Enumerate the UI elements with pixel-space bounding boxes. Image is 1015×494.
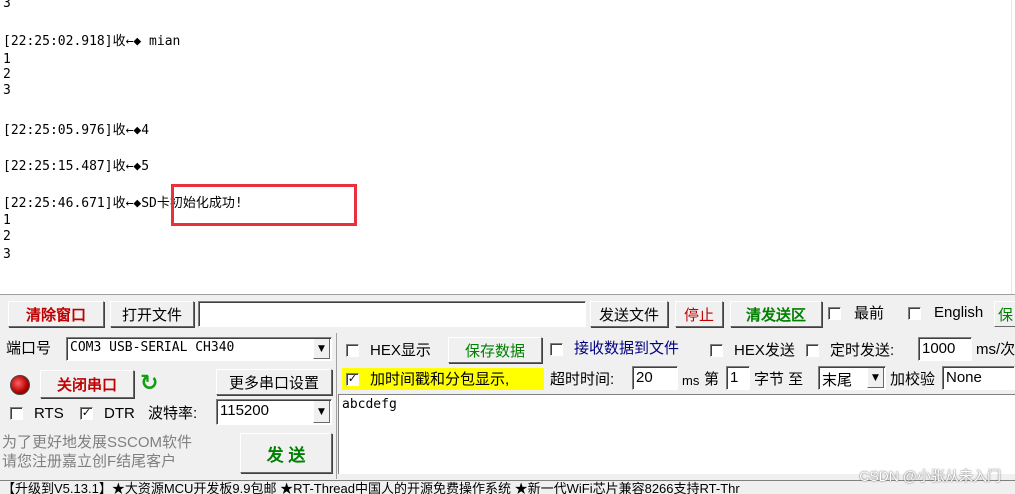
send-button[interactable]: 发 送 [240,433,332,473]
highlight-box [171,184,357,226]
hex-display-checkbox[interactable] [346,344,359,357]
byte-prefix-label: 第 [704,371,720,388]
checksum-select[interactable]: None [942,366,1015,390]
hex-send-label: HEX发送 [734,342,795,359]
english-checkbox[interactable] [908,307,921,320]
log-line: [22:25:02.918]收←◆ mian [3,34,181,49]
english-label: English [934,304,984,321]
rts-checkbox[interactable] [10,407,23,420]
promo-line-2[interactable]: 请您注册嘉立创F结尾客户 [2,453,176,471]
baud-select-value: 115200 [220,402,269,419]
log-line: 3 [3,0,11,11]
byte-suffix-label: 字节 至 [754,371,804,388]
send-file-button[interactable]: 发送文件 [590,301,668,327]
recv-to-file-label[interactable]: 接收数据到文件 [574,340,679,358]
checksum-label: 加校验 [890,371,936,388]
byte-end-value: 末尾 [822,372,853,389]
timeout-input[interactable]: 20 [632,366,678,390]
dtr-label: DTR [104,405,135,422]
save-params-button[interactable]: 保 [994,301,1015,327]
timeout-unit-label: ms [682,373,700,388]
close-port-button[interactable]: 关闭串口 [40,370,134,398]
stop-button[interactable]: 停止 [675,301,723,327]
port-select-value: COM3 USB-SERIAL CH340 [70,340,235,355]
log-line: 2 [3,67,11,82]
timed-interval-input[interactable]: 1000 [918,337,972,361]
clear-send-button[interactable]: 清发送区 [730,301,822,327]
topmost-checkbox[interactable] [828,307,841,320]
promo-line-1[interactable]: 为了更好地发展SSCOM软件 [2,434,192,452]
timed-send-label: 定时发送: [830,342,895,359]
topmost-label: 最前 [854,305,885,322]
log-scrollbar[interactable] [1011,0,1015,294]
chevron-down-icon[interactable]: ▼ [867,368,884,388]
file-path-input[interactable] [198,301,586,327]
log-line: 3 [3,247,11,262]
dtr-checkbox[interactable]: ✓ [80,407,93,420]
save-data-button[interactable]: 保存数据 [448,337,542,363]
watermark: CSDN @小张从未入门 [859,468,1001,484]
clear-window-button[interactable]: 清除窗口 [8,301,104,327]
recv-to-file-checkbox[interactable] [550,343,563,356]
log-line: 1 [3,213,11,228]
byte-index-input[interactable]: 1 [726,366,750,390]
receive-log[interactable]: 3 [22:25:02.918]收←◆ mian 1 2 3 [22:25:05… [0,0,1015,294]
byte-end-select[interactable]: 末尾 ▼ [818,366,886,390]
timestamp-checkbox[interactable]: ✓ [346,373,359,386]
refresh-icon[interactable]: ↻ [140,372,166,396]
rts-label: RTS [34,405,64,422]
timed-send-checkbox[interactable] [806,344,819,357]
log-line: [22:25:05.976]收←◆4 [3,123,150,138]
hex-send-checkbox[interactable] [710,344,723,357]
port-status-icon [10,375,30,395]
port-select[interactable]: COM3 USB-SERIAL CH340 ▼ [66,337,332,361]
log-line: 3 [3,83,11,98]
log-line: 1 [3,52,11,67]
open-file-button[interactable]: 打开文件 [110,301,194,327]
baud-select[interactable]: 115200 ▼ [216,399,332,425]
timeout-label: 超时时间: [550,371,615,388]
chevron-down-icon[interactable]: ▼ [313,339,330,359]
timestamp-label: 加时间戳和分包显示, [370,371,510,388]
port-label: 端口号 [6,340,52,357]
column-divider [336,333,337,479]
log-line: [22:25:15.487]收←◆5 [3,159,150,174]
send-textarea[interactable]: abcdefg [338,394,1015,474]
more-settings-button[interactable]: 更多串口设置 [216,369,332,395]
chevron-down-icon[interactable]: ▼ [313,401,330,423]
hex-display-label: HEX显示 [370,342,431,359]
timed-unit-label: ms/次 [976,341,1015,358]
log-line: 2 [3,229,11,244]
baud-label: 波特率: [148,405,198,422]
control-panel: 清除窗口 打开文件 发送文件 停止 清发送区 最前 English 保 端口号 … [0,294,1015,494]
